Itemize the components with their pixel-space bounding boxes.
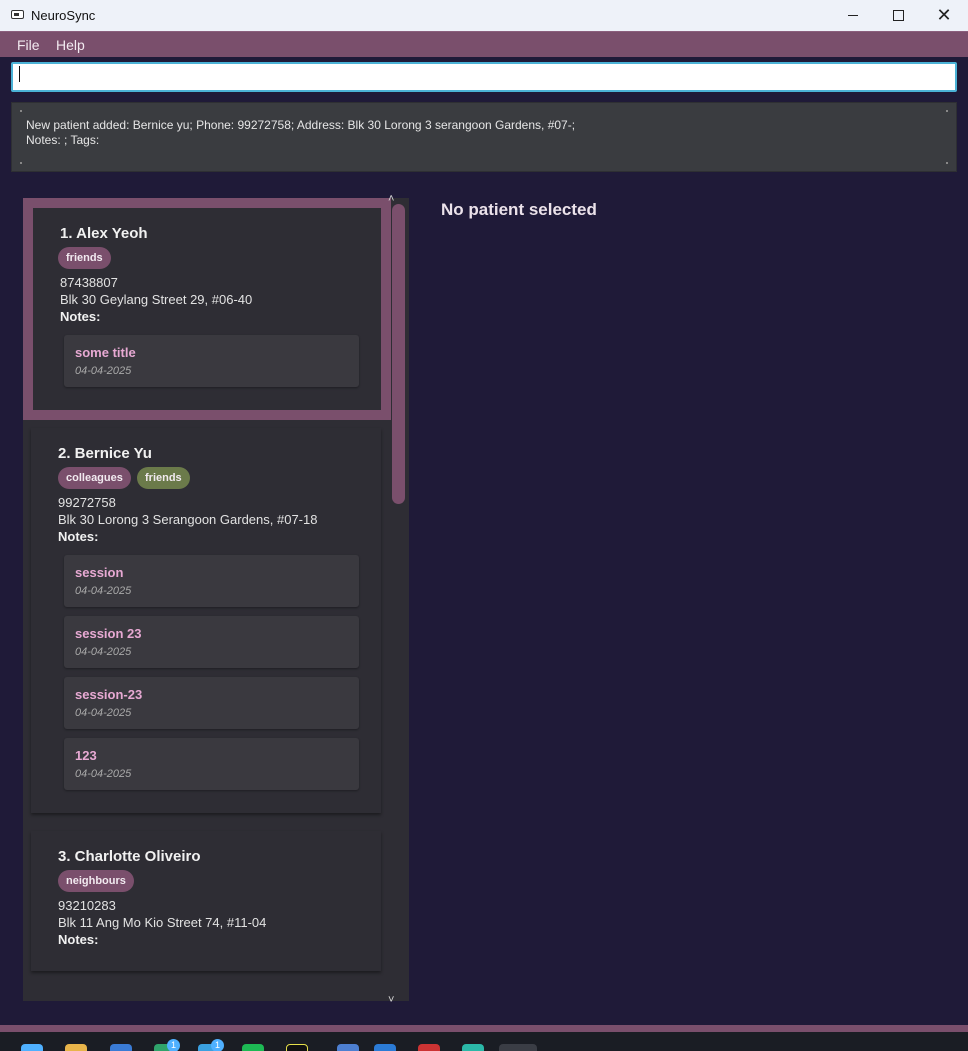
patient-address: Blk 30 Lorong 3 Serangoon Gardens, #07-1… [58, 512, 318, 527]
close-icon: ✕ [936, 5, 952, 25]
note-date: 04-04-2025 [75, 646, 132, 658]
scrollbar-thumb[interactable] [392, 204, 405, 504]
app-icon[interactable] [286, 1044, 308, 1051]
resize-dot [20, 162, 22, 164]
result-line-2: Notes: ; Tags: [26, 133, 100, 147]
note-date: 04-04-2025 [75, 585, 132, 597]
command-area: New patient added: Bernice yu; Phone: 99… [0, 57, 968, 172]
patient-phone: 93210283 [58, 898, 116, 913]
tag-badge: colleagues [58, 467, 131, 489]
patient-address: Blk 30 Geylang Street 29, #06-40 [60, 292, 253, 307]
app-icon[interactable] [418, 1044, 440, 1051]
notes-label: Notes: [60, 309, 101, 324]
app-icon [11, 10, 24, 19]
detail-empty-message: No patient selected [441, 200, 597, 219]
active-app-icon[interactable] [499, 1044, 537, 1051]
note-date: 04-04-2025 [75, 365, 132, 377]
note-date: 04-04-2025 [75, 768, 132, 780]
patient-card[interactable]: 3. Charlotte Oliveiro neighbours 9321028… [31, 831, 381, 971]
note-title: session 23 [75, 626, 142, 641]
patient-card-body: 1. Alex Yeoh friends 87438807 Blk 30 Gey… [33, 208, 381, 410]
tag-badge: neighbours [58, 870, 134, 892]
note-title: some title [75, 345, 136, 360]
tag-badge: friends [58, 247, 111, 269]
menu-file[interactable]: File [17, 37, 40, 53]
patient-phone: 87438807 [60, 275, 118, 290]
notification-badge: 1 [167, 1039, 180, 1051]
note-title: session [75, 565, 124, 580]
resize-dot [946, 162, 948, 164]
result-display: New patient added: Bernice yu; Phone: 99… [11, 102, 957, 172]
title-bar: NeuroSync ✕ [0, 0, 968, 31]
scroll-up-icon[interactable]: ˄ [388, 193, 394, 205]
code-icon[interactable] [374, 1044, 396, 1051]
command-input[interactable] [11, 62, 957, 92]
close-button[interactable]: ✕ [921, 0, 967, 31]
app-icon[interactable] [337, 1044, 359, 1051]
text-caret [19, 66, 20, 82]
maximize-button[interactable] [875, 0, 921, 31]
start-icon[interactable] [21, 1044, 43, 1051]
taskbar: 1 1 [0, 1032, 968, 1051]
folder-icon[interactable] [65, 1044, 87, 1051]
patient-name: 1. Alex Yeoh [60, 225, 148, 242]
patient-name: 2. Bernice Yu [58, 445, 152, 462]
note-card[interactable]: some title 04-04-2025 [64, 335, 359, 387]
window-title: NeuroSync [31, 8, 96, 23]
patient-list[interactable]: 1. Alex Yeoh friends 87438807 Blk 30 Gey… [23, 198, 409, 1001]
minimize-button[interactable] [830, 0, 876, 31]
app-icon[interactable] [110, 1044, 132, 1051]
note-title: 123 [75, 748, 97, 763]
note-card[interactable]: session 23 04-04-2025 [64, 616, 359, 668]
notes-label: Notes: [58, 529, 99, 544]
music-icon[interactable] [242, 1044, 264, 1051]
patient-name: 3. Charlotte Oliveiro [58, 848, 201, 865]
resize-dot [20, 110, 22, 112]
menu-help[interactable]: Help [56, 37, 85, 53]
notes-label: Notes: [58, 932, 99, 947]
patient-address: Blk 11 Ang Mo Kio Street 74, #11-04 [58, 915, 267, 930]
browser-icon[interactable] [462, 1044, 484, 1051]
note-card[interactable]: 123 04-04-2025 [64, 738, 359, 790]
scroll-down-icon[interactable]: ˅ [388, 994, 394, 1006]
patient-card-selected[interactable]: 1. Alex Yeoh friends 87438807 Blk 30 Gey… [23, 198, 391, 420]
note-card[interactable]: session 04-04-2025 [64, 555, 359, 607]
status-bar [0, 1025, 968, 1032]
note-card[interactable]: session-23 04-04-2025 [64, 677, 359, 729]
result-line-1: New patient added: Bernice yu; Phone: 99… [26, 118, 576, 132]
note-title: session-23 [75, 687, 143, 702]
notification-badge: 1 [211, 1039, 224, 1051]
resize-dot [946, 110, 948, 112]
note-date: 04-04-2025 [75, 707, 132, 719]
tag-badge: friends [137, 467, 190, 489]
patient-phone: 99272758 [58, 495, 116, 510]
patient-card[interactable]: 2. Bernice Yu colleagues friends 9927275… [31, 428, 381, 813]
menu-bar: File Help [0, 31, 968, 57]
